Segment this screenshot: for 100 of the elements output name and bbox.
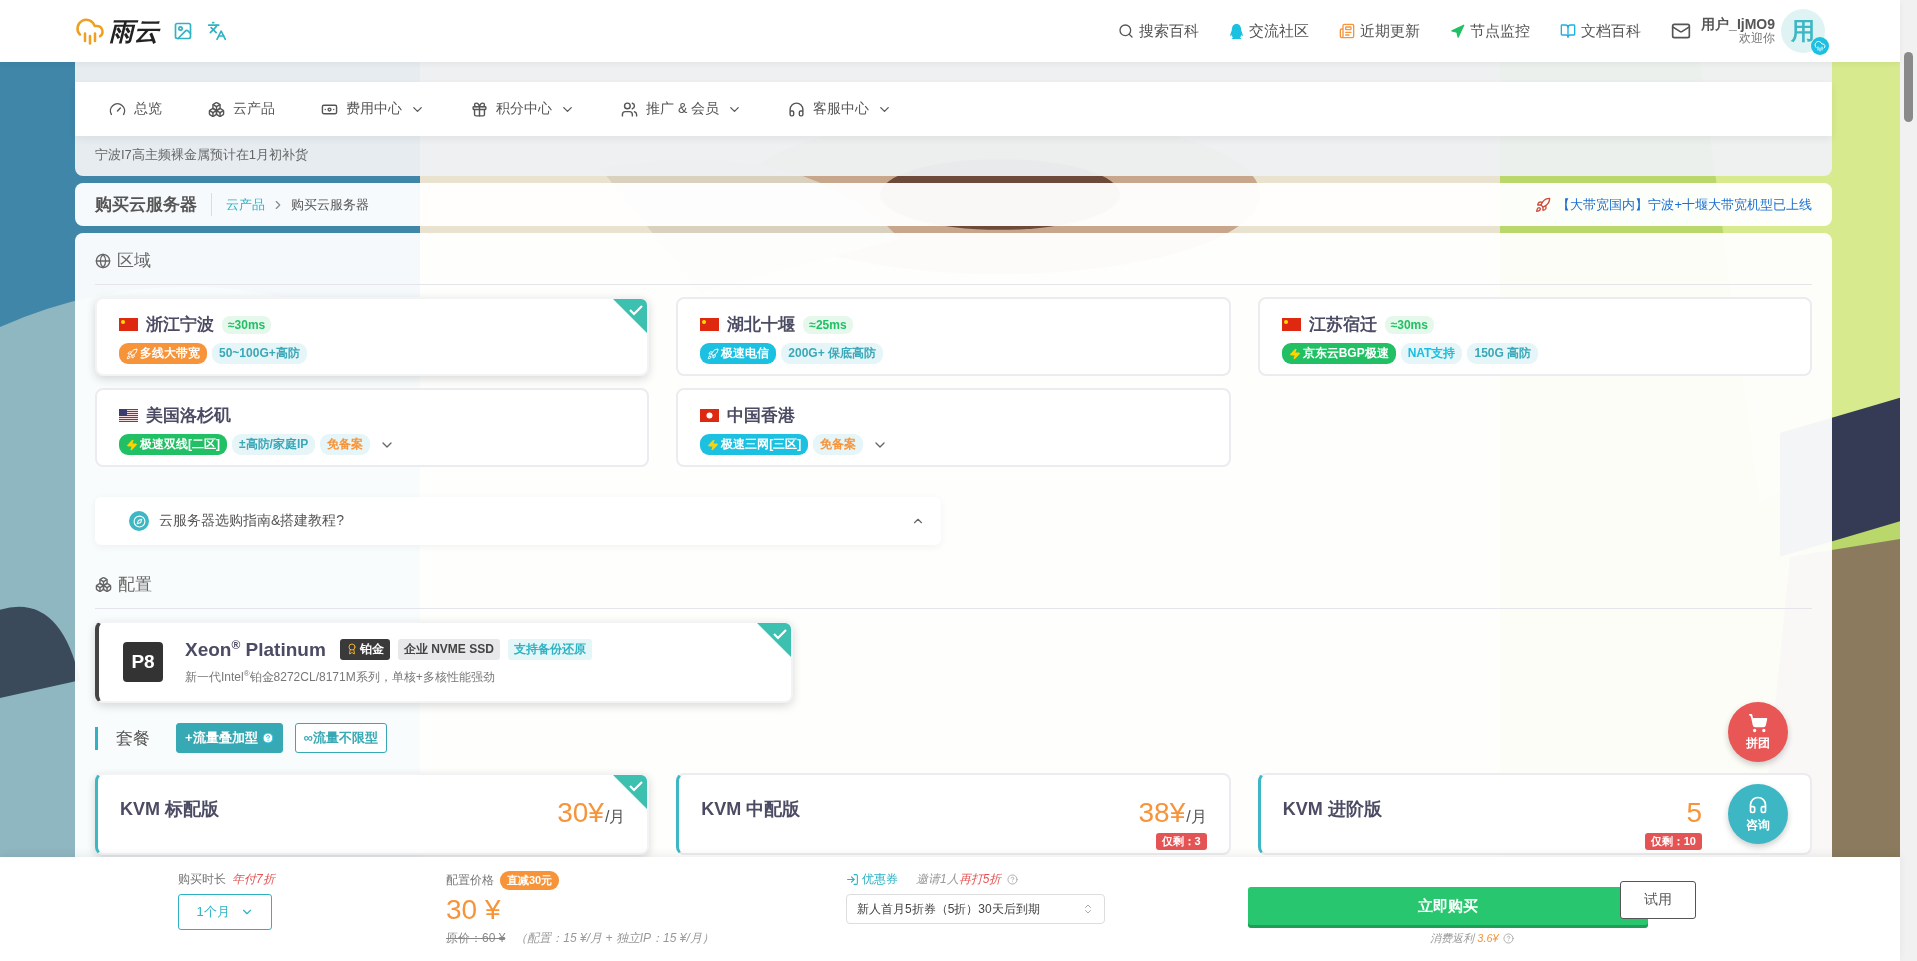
latency-badge: ≈30ms bbox=[222, 315, 272, 334]
region-name: 浙江宁波 bbox=[146, 314, 214, 336]
announcement-link[interactable]: 【大带宽国内】宁波+十堰大带宽机型已上线 bbox=[1535, 195, 1812, 214]
package-name: KVM 中配版 bbox=[701, 798, 801, 821]
image-icon[interactable] bbox=[173, 21, 193, 41]
config-tag: 支持备份还原 bbox=[507, 639, 592, 660]
feature-tag: 50~100G+高防 bbox=[212, 343, 307, 364]
discount-text: 年付7折 bbox=[232, 871, 275, 888]
check-icon bbox=[757, 623, 791, 657]
flag-icon bbox=[700, 409, 720, 422]
rocket-icon bbox=[1535, 196, 1552, 213]
page-title: 购买云服务器 bbox=[95, 193, 212, 216]
notice-text: 宁波I7高主频裸金属预计在1月初补货 bbox=[94, 146, 310, 164]
nav-link[interactable]: 文档百科 bbox=[1560, 21, 1642, 41]
feature-tag: 150G 高防 bbox=[1467, 343, 1539, 364]
price-unit: /月 bbox=[1186, 807, 1207, 827]
search-icon bbox=[1118, 23, 1135, 39]
region-name: 湖北十堰 bbox=[727, 314, 796, 336]
bolt-icon bbox=[126, 438, 138, 451]
package-price: 30¥ bbox=[557, 797, 604, 829]
nav-link[interactable]: 近期更新 bbox=[1339, 21, 1421, 41]
latency-badge: ≈25ms bbox=[803, 315, 853, 334]
region-card[interactable]: 湖北十堰 ≈25ms 极速电信 200G+ 保底高防 bbox=[676, 297, 1231, 376]
config-tag: 铂金 bbox=[339, 639, 390, 660]
help-icon bbox=[1502, 933, 1514, 944]
gauge-icon bbox=[109, 100, 126, 118]
check-icon bbox=[613, 775, 648, 809]
region-name: 美国洛杉矶 bbox=[146, 405, 231, 427]
bolt-icon bbox=[707, 438, 720, 451]
region-card[interactable]: 江苏宿迁 ≈30ms 京东云BGP极速 NAT支持 150G 高防 bbox=[1257, 297, 1812, 376]
nav-link[interactable]: 交流社区 bbox=[1229, 21, 1310, 41]
menu-item[interactable]: 推广 & 会员 bbox=[621, 100, 743, 118]
mail-icon[interactable] bbox=[1671, 21, 1692, 41]
nav-link[interactable]: 节点监控 bbox=[1450, 21, 1531, 41]
scrollbar[interactable] bbox=[1900, 0, 1917, 961]
coupon-select[interactable]: 新人首月5折券（5折）30天后到期 bbox=[846, 894, 1105, 924]
latency-badge: ≈30ms bbox=[1384, 315, 1434, 334]
cpu-badge: P8 bbox=[123, 642, 163, 682]
user-name: 用户_IjMO9 bbox=[1701, 16, 1775, 33]
menu-item[interactable]: 费用中心 bbox=[321, 100, 425, 118]
boxes-icon bbox=[95, 576, 112, 593]
menu-item[interactable]: 云产品 bbox=[208, 100, 275, 118]
discount-badge: 直减30元 bbox=[500, 871, 560, 890]
arrow-icon bbox=[1450, 23, 1466, 39]
breadcrumb-current: 购买云服务器 bbox=[291, 195, 369, 214]
original-price: 原价：60 ¥ bbox=[446, 930, 506, 947]
price-unit: /月 bbox=[604, 807, 626, 827]
rocket-icon bbox=[707, 347, 720, 360]
package-price: 38¥ bbox=[1138, 797, 1186, 829]
stock-badge: 仅剩：3 bbox=[1155, 833, 1207, 850]
region-card[interactable]: 美国洛杉矶 极速双线[二区] ±高防/家庭IP 免备案 bbox=[95, 388, 650, 467]
guide-title: 云服务器选购指南&搭建教程? bbox=[159, 512, 345, 530]
config-description: 新一代Intel$^{®}$铂金8272CL/8171M系列，单核+多核性能强劲 bbox=[185, 669, 496, 687]
trial-button[interactable]: 试用 bbox=[1620, 881, 1696, 919]
book-icon bbox=[1560, 23, 1577, 39]
package-card[interactable]: KVM 中配版 38¥/月 仅剩：3 bbox=[676, 773, 1231, 855]
menu-item[interactable]: 客服中心 bbox=[788, 100, 893, 118]
feature-tag: 200G+ 保底高防 bbox=[781, 343, 884, 364]
help-icon bbox=[261, 732, 274, 744]
section-title: 区域 bbox=[117, 250, 151, 272]
logo-icon bbox=[75, 16, 105, 46]
translate-icon[interactable] bbox=[207, 21, 227, 41]
flag-icon bbox=[119, 409, 138, 422]
headset-icon bbox=[1748, 794, 1768, 815]
menu-item[interactable]: 总览 bbox=[109, 100, 162, 118]
region-name: 江苏宿迁 bbox=[1308, 314, 1377, 336]
menu-item[interactable]: 积分中心 bbox=[471, 100, 575, 118]
flag-icon bbox=[119, 318, 138, 331]
invite-text: 邀请1人再打5折 bbox=[916, 871, 1002, 888]
feature-tag: NAT支持 bbox=[1400, 343, 1463, 364]
feature-tag: 免备案 bbox=[813, 434, 864, 455]
package-name: KVM 进阶版 bbox=[1282, 798, 1382, 821]
compass-icon bbox=[129, 511, 149, 531]
section-title: 配置 bbox=[118, 574, 152, 596]
feature-tag: 免备案 bbox=[320, 434, 371, 455]
globe-icon bbox=[95, 252, 111, 269]
region-card[interactable]: 中国香港 极速三网[三区] 免备案 bbox=[676, 388, 1231, 467]
feature-tag: 极速双线[二区] bbox=[119, 434, 227, 455]
config-tag: 企业 NVME SSD bbox=[397, 639, 500, 660]
package-price: 5 bbox=[1686, 797, 1702, 829]
region-name: 中国香港 bbox=[727, 405, 796, 427]
penguin-icon bbox=[1229, 23, 1245, 39]
config-card[interactable]: P8 Xeon$^{®}$ Platinum 铂金 企业 NVME SSD 支持备份还原 新一代Intel$^{®}$铂金8272CL/8171M系列，单核+多核性能强劲 bbox=[95, 621, 793, 703]
guide-panel[interactable]: 云服务器选购指南&搭建教程? bbox=[95, 497, 941, 545]
greeting-text: 欢迎你 bbox=[1739, 32, 1775, 46]
package-card[interactable]: KVM 标配版 30¥/月 bbox=[95, 773, 650, 855]
headset-icon bbox=[788, 100, 806, 118]
help-icon bbox=[1007, 874, 1019, 885]
coupon-label: 优惠券 bbox=[846, 871, 898, 888]
rocket-icon bbox=[126, 347, 138, 360]
feature-tag: 多线大带宽 bbox=[119, 343, 207, 364]
feature-tag: 极速电信 bbox=[700, 343, 777, 364]
bolt-icon bbox=[1288, 347, 1301, 360]
logo-text: 雨云 bbox=[109, 15, 159, 47]
region-card[interactable]: 浙江宁波 ≈30ms 多线大带宽 50~100G+高防 bbox=[95, 297, 650, 376]
feature-tag: ±高防/家庭IP bbox=[232, 434, 316, 455]
field-label: 购买时长 bbox=[178, 871, 226, 888]
config-title: Xeon$^{®}$ Platinum bbox=[185, 637, 326, 662]
feature-tag: 极速三网[三区] bbox=[700, 434, 809, 455]
nav-link[interactable]: 搜索百科 bbox=[1118, 21, 1200, 41]
